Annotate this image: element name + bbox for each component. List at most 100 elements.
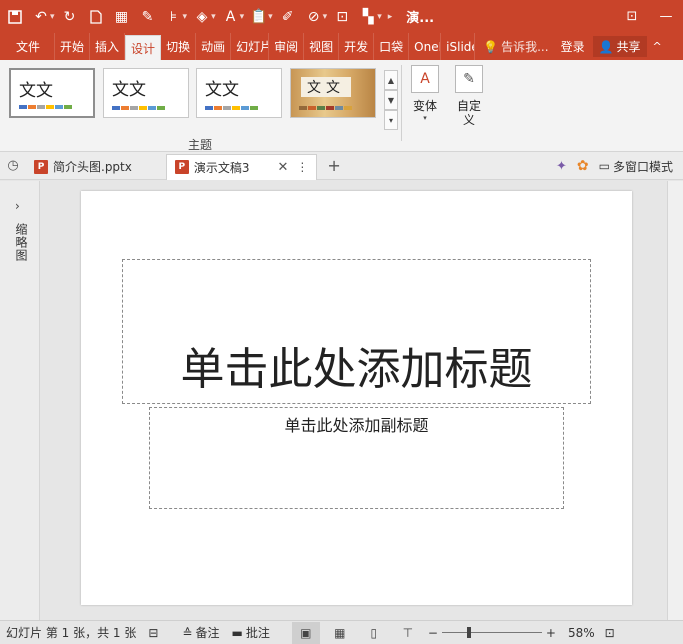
tab-animations[interactable]: 动画: [196, 33, 232, 60]
brush-icon[interactable]: ✐: [277, 6, 299, 28]
shape-dropdown-icon[interactable]: ▾: [323, 12, 328, 22]
slideshow-icon[interactable]: ⊤: [394, 622, 422, 644]
tab-transitions[interactable]: 切换: [161, 33, 197, 60]
color-swatch: [157, 106, 165, 110]
tab-design[interactable]: 设计: [125, 35, 162, 60]
fill-dropdown-icon[interactable]: ▾: [211, 12, 216, 22]
theme-item[interactable]: 文文: [103, 68, 189, 118]
color-swatch: [241, 106, 249, 110]
tab-slideshow[interactable]: 幻灯片: [231, 33, 270, 60]
login-button[interactable]: 登录: [561, 38, 585, 55]
customize-button[interactable]: ✎ 自定义: [449, 64, 489, 136]
theme-wood[interactable]: 文文: [290, 68, 376, 118]
undo-icon[interactable]: ↶: [30, 6, 52, 28]
collapse-ribbon-icon[interactable]: ^: [653, 40, 662, 53]
save-icon[interactable]: [4, 6, 26, 28]
tab-developer[interactable]: 开发: [339, 33, 375, 60]
zoom-slider[interactable]: [441, 627, 542, 638]
customize-qat-icon[interactable]: ▸: [388, 12, 393, 22]
comments-button[interactable]: ▬ 批注: [225, 621, 275, 644]
expand-pane-icon[interactable]: ›: [15, 199, 20, 213]
vertical-scrollbar[interactable]: [667, 181, 683, 620]
gallery-down-icon[interactable]: ▼: [384, 90, 398, 110]
gear-icon[interactable]: ✿: [577, 158, 589, 174]
clock-icon[interactable]: ◷: [0, 158, 26, 173]
doc-tab[interactable]: P 简介头图.pptx: [26, 154, 140, 180]
document-tabs: ◷ P 简介头图.pptx P 演示文稿3 ✕ ⋮ + ✦ ✿ ▭ 多窗口模式: [0, 152, 683, 180]
zoom-level[interactable]: 58%: [568, 626, 595, 640]
window-controls: ⊡ —: [615, 0, 683, 33]
font-color-dropdown-icon[interactable]: ▾: [240, 12, 245, 22]
thumbnail-label[interactable]: 缩略图: [13, 223, 30, 262]
color-swatch: [28, 105, 36, 109]
more-icon[interactable]: ⋮: [296, 160, 308, 174]
theme-preview-text: 文文: [205, 80, 239, 100]
doc-tab-name: 简介头图.pptx: [53, 160, 132, 174]
slide-sorter-icon[interactable]: ▦: [326, 622, 354, 644]
layout-icon[interactable]: ▚: [357, 6, 379, 28]
tab-view[interactable]: 视图: [304, 33, 340, 60]
tab-insert[interactable]: 插入: [90, 33, 126, 60]
zoom-in-icon[interactable]: +: [546, 626, 556, 640]
tab-onenote[interactable]: OneI: [409, 33, 442, 60]
color-swatch: [55, 105, 63, 109]
multiwindow-button[interactable]: 多窗口模式: [613, 158, 673, 175]
paste-dropdown-icon[interactable]: ▾: [268, 12, 273, 22]
tab-pocket[interactable]: 口袋: [374, 33, 410, 60]
slide-info: 幻灯片 第 1 张，共 1 张: [6, 626, 137, 640]
color-swatch: [317, 106, 325, 110]
fit-slide-icon[interactable]: ⊡: [605, 626, 615, 640]
subtitle-placeholder[interactable]: 单击此处添加副标题: [149, 407, 564, 509]
layout-dropdown-icon[interactable]: ▾: [377, 12, 382, 22]
minimize-icon[interactable]: —: [649, 0, 683, 33]
chevron-down-icon: ▾: [423, 114, 427, 122]
title-bar: ↶ ▾ ↻ ▦ ✎ ⊧ ▾ ◈ ▾ A ▾ 📋 ▾ ✐ ⊘ ▾ ⊡ ▚ ▾ ▸ …: [0, 0, 683, 33]
new-doc-icon[interactable]: [85, 6, 107, 28]
font-color-icon[interactable]: A: [220, 6, 242, 28]
theme-item[interactable]: 文文: [196, 68, 282, 118]
gallery-more-icon[interactable]: ▾: [384, 110, 398, 130]
theme-swatches: [19, 105, 73, 109]
tab-review[interactable]: 审阅: [269, 33, 305, 60]
format-dropdown-icon[interactable]: ▾: [183, 12, 188, 22]
tell-me-box[interactable]: 💡 告诉我...: [483, 38, 548, 55]
window-title: 演...: [406, 11, 435, 26]
share-button[interactable]: 👤 共享: [592, 36, 647, 57]
color-swatch: [121, 106, 129, 110]
slide[interactable]: 单击此处添加标题 单击此处添加副标题: [81, 191, 632, 605]
pptx-icon: P: [34, 159, 48, 174]
tab-file[interactable]: 文件: [0, 33, 56, 60]
doc-tab-active[interactable]: P 演示文稿3 ✕ ⋮: [165, 153, 318, 180]
theme-preview-text: 文文: [19, 81, 53, 101]
redo-icon[interactable]: ↻: [59, 6, 81, 28]
thumbnail-pane: › 缩略图: [0, 181, 40, 620]
grid-icon[interactable]: ▦: [111, 6, 133, 28]
customize-label: 自定义: [456, 99, 481, 127]
reading-view-icon[interactable]: ▯: [360, 622, 388, 644]
add-tab-icon[interactable]: +: [327, 156, 340, 175]
color-swatch: [214, 106, 222, 110]
plugin-icon[interactable]: ✦: [556, 159, 567, 174]
shape-icon[interactable]: ⊘: [303, 6, 325, 28]
variant-button[interactable]: A 变体 ▾: [405, 64, 445, 136]
crop-icon[interactable]: ⊡: [331, 6, 353, 28]
paste-icon[interactable]: 📋: [248, 6, 270, 28]
normal-view-icon[interactable]: ▣: [291, 621, 320, 644]
zoom-slider-thumb[interactable]: [466, 627, 471, 638]
fill-icon[interactable]: ◈: [191, 6, 213, 28]
title-placeholder[interactable]: 单击此处添加标题: [122, 259, 591, 404]
theme-office[interactable]: 文文: [9, 68, 95, 118]
subtitle-placeholder-text: 单击此处添加副标题: [284, 416, 429, 435]
pen-icon[interactable]: ✎: [137, 6, 159, 28]
theme-preview-text: 文文: [301, 77, 351, 97]
format-icon[interactable]: ⊧: [163, 6, 185, 28]
ribbon-display-icon[interactable]: ⊡: [615, 0, 649, 33]
close-icon[interactable]: ✕: [278, 160, 289, 175]
zoom-out-icon[interactable]: −: [428, 626, 438, 640]
gallery-up-icon[interactable]: ▲: [384, 70, 398, 90]
tab-home[interactable]: 开始: [55, 33, 91, 60]
undo-dropdown-icon[interactable]: ▾: [50, 12, 55, 22]
tab-islide[interactable]: iSlide: [441, 33, 476, 60]
spellcheck-icon[interactable]: ⊟: [142, 621, 164, 644]
notes-button[interactable]: ≙ 备注: [176, 621, 225, 644]
